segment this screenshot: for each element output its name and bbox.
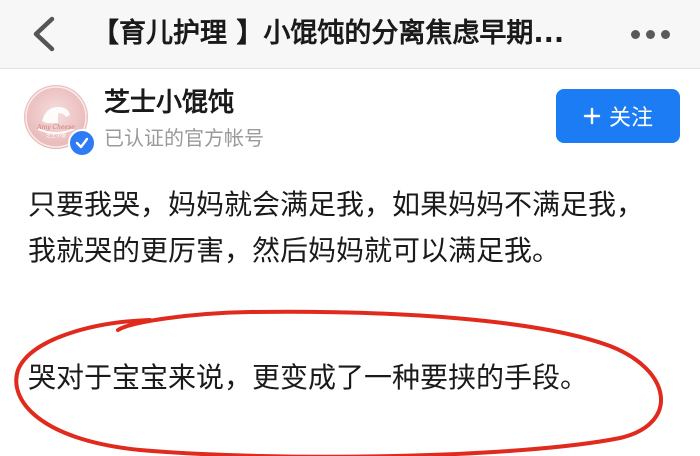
more-dots-icon — [660, 29, 670, 39]
more-options-button[interactable] — [620, 18, 680, 50]
account-header: Amy Cheese 芝士小馄 芝士小馄饨 已认证的官方帐号 关注 — [0, 69, 700, 165]
follow-button-label: 关注 — [608, 106, 653, 131]
svg-text:Amy Cheese: Amy Cheese — [36, 124, 75, 131]
top-navbar: 【育儿护理 】小馄饨的分离焦虑早期... — [0, 0, 700, 69]
more-dots-icon — [645, 29, 655, 39]
more-dots-icon — [630, 29, 640, 39]
page-title: 【育儿护理 】小馄饨的分离焦虑早期... — [92, 18, 565, 49]
verified-badge — [68, 129, 96, 157]
article-paragraph: 只要我哭，妈妈就会满足我，如果妈妈不满足我， 我就哭的更厉害，然后妈妈就可以满足… — [28, 182, 678, 274]
plus-icon — [583, 107, 601, 125]
account-name[interactable]: 芝士小馄饨 — [104, 87, 234, 119]
article-page: 【育儿护理 】小馄饨的分离焦虑早期... Amy Cheese 芝士小馄 芝士小… — [0, 0, 700, 456]
follow-button[interactable]: 关注 — [556, 89, 680, 143]
account-verified-label: 已认证的官方帐号 — [104, 126, 264, 150]
back-button[interactable] — [22, 12, 66, 56]
svg-text:芝士小馄: 芝士小馄 — [46, 132, 66, 139]
article-line: 我就哭的更厉害，然后妈妈就可以满足我。 — [28, 234, 561, 267]
highlighted-paragraph: 哭对于宝宝来说，更变成了一种要挟的手段。 — [28, 361, 589, 394]
article-line: 只要我哭，妈妈就会满足我，如果妈妈不满足我， — [28, 188, 645, 221]
check-icon — [75, 137, 89, 149]
chevron-left-icon — [33, 16, 55, 52]
